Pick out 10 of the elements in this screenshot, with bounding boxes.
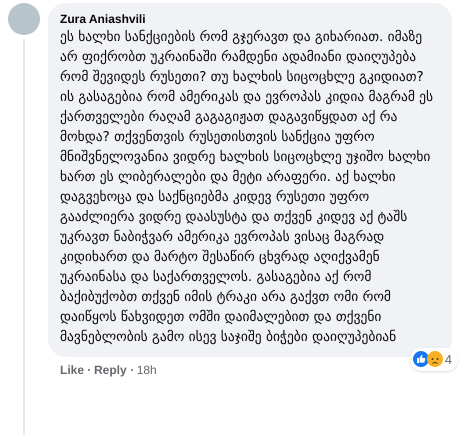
reactions-badge[interactable]: 4 <box>410 348 458 371</box>
like-icon <box>412 351 429 368</box>
reaction-count: 4 <box>444 350 453 368</box>
avatar[interactable] <box>8 3 40 35</box>
sad-face-icon <box>426 351 443 368</box>
action-link[interactable]: Like <box>60 361 84 379</box>
timestamp[interactable]: 18h <box>136 361 157 379</box>
comment-text: ეს ხალხი სანქციების რომ გჯერავთ და გიხარიათ. იმაზე არ ფიქრობთ უკრაინაში რამდენი ადამიანი დაიღუპება რომ შევიდეს რუსეთი? თუ ხალხის სიცოცხლე გკიდიათ? ის გასაგებია რომ ამერიკას და ევროპას კიდია მაგრამ ეს ქართველები რაღამ გაგაგიჟათ დაგავიწყდათ აქ რა მოხდა? თქვენთვის რუსეთისთვის სანქცია უფრო მნიშვნელოვანია ვიდრე ხალხის სიცოცხლე უჯიშო ხალხი ხართ ეს ლიბერალები და მეტი არაფერი. აქ ხალხი დაგვეხოცა და საქნციებმა კიდევ რუსეთი უფრო გააძლიერა ვიდრე დაასუსტა და თქვენ კიდევ აქ ტაშს უკრავთ ნაბიჭვარ ამერიკა ევროპას ვისაც მაგრად კიდიხართ და მარტო შესაწირ ცხვრად აღიქვამენ უკრაინასა და საქართველოს. გასაგებია აქ რომ ბაქიბუქობთ თქვენ იმის ტრაკი არა გაქვთ ომი რომ დაიწყოს წახვიდეთ ომში დაიმალებით და თქვენი მავნებლობის გამო ისევ საჯიშე ბიჭები დაიღუპებიან <box>60 28 434 347</box>
action-link[interactable]: Reply <box>94 361 127 379</box>
author-name[interactable]: Zura Aniashvili <box>60 11 440 27</box>
